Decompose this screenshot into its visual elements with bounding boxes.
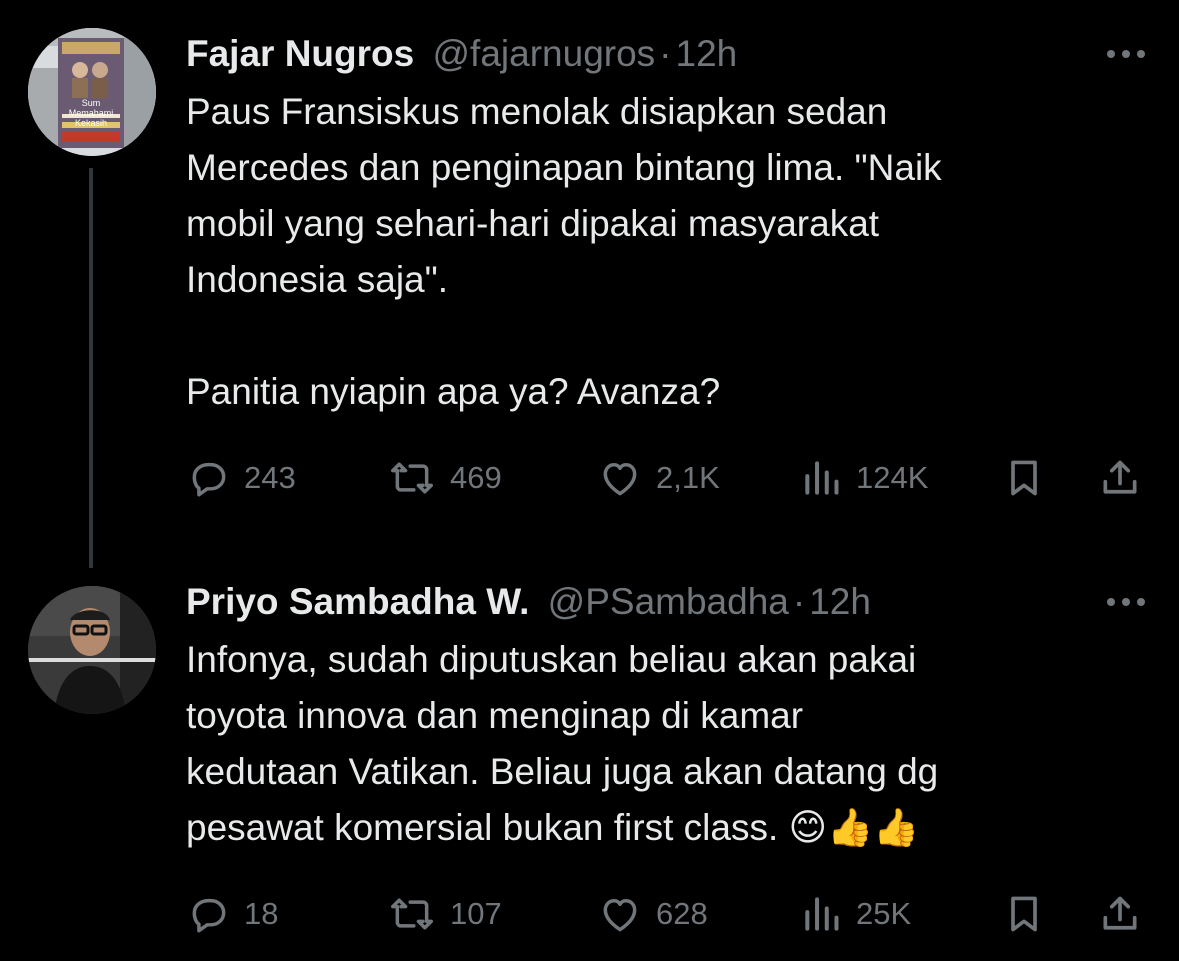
like-button[interactable]: 2,1K	[596, 456, 720, 500]
repost-button[interactable]: 469	[386, 456, 502, 500]
more-icon	[1107, 598, 1145, 606]
tweet-1[interactable]: Sum Memahami Kekasih Fajar Nugros @fajar…	[0, 0, 1179, 540]
bookmark-icon	[1011, 896, 1037, 932]
avatar-caption: Sum Memahami Kekasih	[68, 98, 114, 128]
reply-button[interactable]: 243	[186, 456, 296, 500]
tweet-header: Priyo Sambadha W. @PSambadha · 12h	[186, 582, 871, 622]
reply-count: 243	[244, 460, 296, 495]
separator-dot: ·	[659, 33, 672, 74]
share-icon	[1103, 896, 1137, 930]
reply-icon	[192, 462, 226, 497]
author-name[interactable]: Fajar Nugros	[186, 33, 414, 74]
bookmark-button[interactable]	[1002, 456, 1046, 500]
tweet-text: Paus Fransiskus menolak disiapkan sedan …	[186, 91, 942, 412]
action-bar: 243 469 2,1K 124K	[186, 456, 1146, 500]
avatar[interactable]	[28, 586, 156, 714]
share-button[interactable]	[1098, 892, 1142, 936]
like-count: 628	[656, 896, 708, 931]
repost-icon	[391, 462, 433, 494]
reply-icon	[192, 898, 226, 933]
man-with-glasses-photo-icon	[28, 586, 156, 714]
repost-icon	[391, 898, 433, 930]
share-icon	[1103, 460, 1137, 494]
avatar[interactable]: Sum Memahami Kekasih	[28, 28, 156, 156]
timestamp[interactable]: 12h	[809, 581, 871, 622]
reply-button[interactable]: 18	[186, 892, 278, 936]
tweet-2[interactable]: Priyo Sambadha W. @PSambadha · 12h Infonya…	[0, 560, 1179, 961]
more-icon	[1107, 50, 1145, 58]
more-button[interactable]	[1103, 582, 1149, 622]
repost-count: 469	[450, 460, 502, 495]
views-button[interactable]: 25K	[800, 892, 911, 936]
repost-count: 107	[450, 896, 502, 931]
bookmark-button[interactable]	[1002, 892, 1046, 936]
separator-dot: ·	[792, 581, 806, 622]
author-handle[interactable]: @fajarnugros	[433, 33, 656, 74]
like-count: 2,1K	[656, 460, 720, 495]
author-name[interactable]: Priyo Sambadha W.	[186, 581, 529, 622]
author-handle[interactable]: @PSambadha	[548, 581, 789, 622]
timestamp[interactable]: 12h	[676, 33, 738, 74]
views-button[interactable]: 124K	[800, 456, 928, 500]
billboard-photo-icon	[28, 28, 156, 156]
reply-count: 18	[244, 896, 279, 931]
views-icon	[805, 897, 839, 931]
bookmark-icon	[1011, 460, 1037, 496]
tweet-text: Infonya, sudah diputuskan beliau akan pa…	[186, 639, 939, 848]
tweet-header: Fajar Nugros @fajarnugros · 12h	[186, 34, 737, 74]
share-button[interactable]	[1098, 456, 1142, 500]
like-icon	[603, 463, 637, 496]
views-count: 25K	[856, 896, 912, 931]
like-icon	[603, 899, 637, 932]
like-button[interactable]: 628	[596, 892, 708, 936]
views-icon	[805, 461, 839, 495]
action-bar: 18 107 628 25K	[186, 892, 1146, 936]
more-button[interactable]	[1103, 34, 1149, 74]
repost-button[interactable]: 107	[386, 892, 502, 936]
views-count: 124K	[856, 460, 929, 495]
